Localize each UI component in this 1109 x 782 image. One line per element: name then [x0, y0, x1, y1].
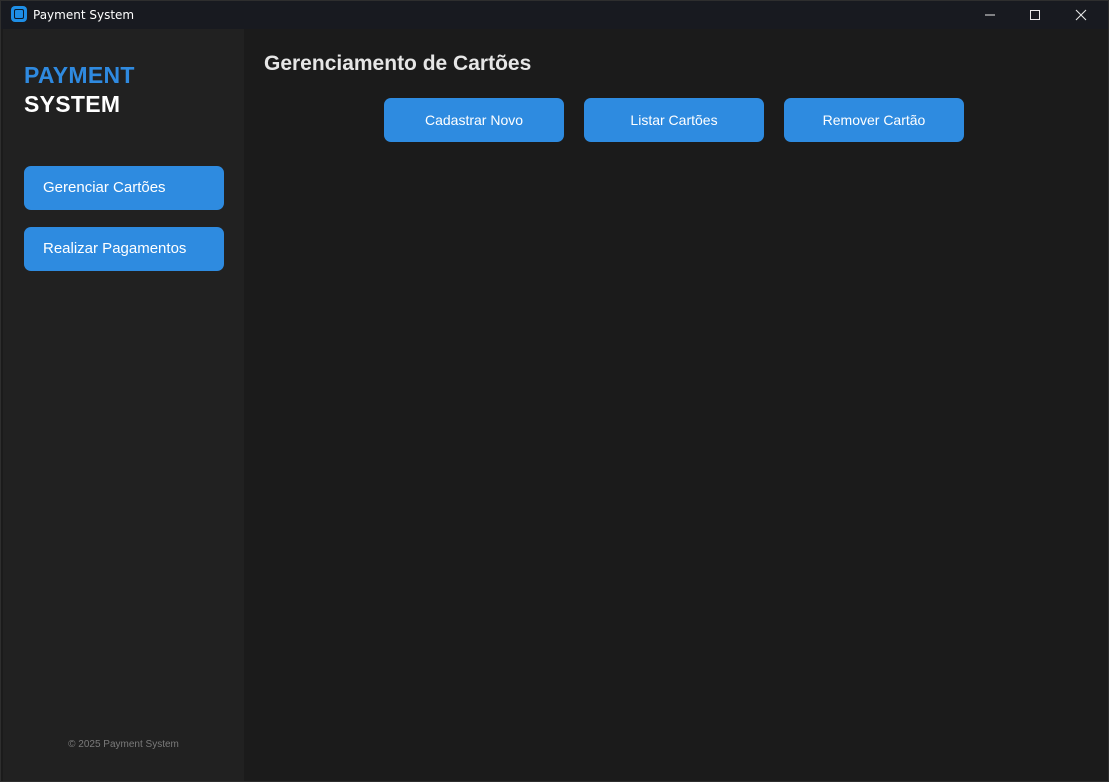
sidebar-item-gerenciar-cartoes[interactable]: Gerenciar Cartões	[24, 166, 224, 210]
window-title: Payment System	[33, 8, 135, 22]
maximize-button[interactable]	[1012, 1, 1058, 29]
close-icon	[1075, 9, 1087, 21]
cadastrar-novo-button[interactable]: Cadastrar Novo	[384, 98, 564, 142]
title-bar[interactable]: Payment System	[1, 1, 1108, 29]
app-window: Payment System PAYMENT SYSTEM Gerenciar …	[0, 0, 1109, 782]
sidebar: PAYMENT SYSTEM Gerenciar Cartões Realiza…	[3, 29, 244, 781]
brand-title-line2: SYSTEM	[24, 91, 121, 117]
maximize-icon	[1030, 10, 1040, 20]
remover-cartao-button[interactable]: Remover Cartão	[784, 98, 964, 142]
sidebar-footer: © 2025 Payment System	[68, 739, 179, 750]
minimize-icon	[985, 14, 995, 16]
main-content: Gerenciamento de Cartões Cadastrar Novo …	[244, 29, 1103, 781]
minimize-button[interactable]	[967, 1, 1013, 29]
sidebar-item-realizar-pagamentos[interactable]: Realizar Pagamentos	[24, 227, 224, 271]
listar-cartoes-button[interactable]: Listar Cartões	[584, 98, 764, 142]
brand-title-line1: PAYMENT	[24, 62, 135, 88]
app-square-icon	[11, 6, 27, 22]
page-title: Gerenciamento de Cartões	[264, 52, 532, 75]
close-button[interactable]	[1058, 1, 1104, 29]
